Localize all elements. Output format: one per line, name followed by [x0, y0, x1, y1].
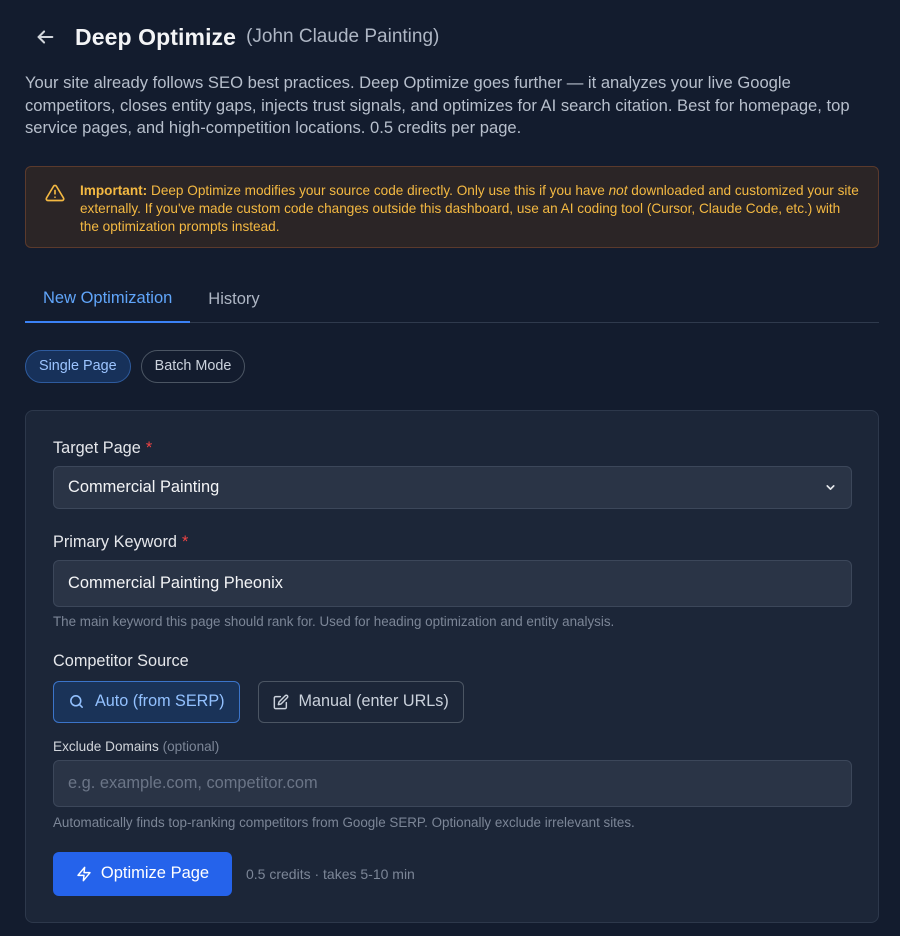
required-asterisk: * — [145, 438, 153, 457]
manual-urls-label: Manual (enter URLs) — [298, 692, 449, 710]
primary-keyword-label-text: Primary Keyword — [53, 532, 177, 551]
tab-history[interactable]: History — [190, 276, 277, 323]
chevron-down-icon — [826, 484, 835, 490]
primary-keyword-value: Commercial Painting Pheonix — [68, 573, 283, 592]
page-title: Deep Optimize — [75, 23, 237, 50]
back-button[interactable] — [28, 20, 62, 54]
tab-bar: New Optimization History — [25, 276, 879, 323]
auto-serp-button[interactable]: Auto (from SERP) — [53, 680, 240, 723]
tab-new-optimization[interactable]: New Optimization — [25, 276, 191, 323]
mode-toggle: Single Page Batch Mode — [25, 349, 879, 383]
exclude-domains-input[interactable]: e.g. example.com, competitor.com — [53, 759, 852, 807]
warning-banner: Important: Deep Optimize modifies your s… — [25, 165, 879, 248]
warning-text: Important: Deep Optimize modifies your s… — [80, 182, 860, 247]
target-page-value: Commercial Painting — [68, 477, 220, 496]
warning-text-part: Deep Optimize modifies your source code … — [147, 182, 609, 198]
arrow-left-icon — [37, 30, 54, 44]
lightning-icon — [77, 866, 91, 881]
required-asterisk: * — [181, 532, 189, 551]
manual-urls-button[interactable]: Manual (enter URLs) — [257, 680, 464, 723]
target-page-label: Target Page * — [53, 439, 851, 458]
single-page-mode-button[interactable]: Single Page — [25, 349, 131, 383]
search-icon — [70, 695, 83, 708]
target-page-select[interactable]: Commercial Painting — [53, 465, 852, 509]
exclude-domains-label: Exclude Domains (optional) — [53, 739, 851, 754]
edit-icon — [273, 694, 289, 709]
exclude-domains-help: Automatically finds top-ranking competit… — [53, 814, 635, 830]
competitor-source-options: Auto (from SERP) Manual (enter URLs) — [53, 680, 851, 723]
primary-keyword-input[interactable]: Commercial Painting Pheonix — [53, 559, 852, 607]
auto-serp-label: Auto (from SERP) — [95, 692, 225, 710]
primary-keyword-label: Primary Keyword * — [53, 533, 851, 552]
form-actions: Optimize Page 0.5 credits · takes 5-10 m… — [53, 851, 851, 896]
deep-optimize-page: Deep Optimize (John Claude Painting) You… — [0, 0, 900, 936]
optional-tag: (optional) — [162, 738, 220, 754]
competitor-source-label: Competitor Source — [53, 651, 189, 670]
exclude-domains-placeholder: e.g. example.com, competitor.com — [68, 773, 318, 792]
optimize-page-label: Optimize Page — [100, 864, 210, 882]
warning-triangle-icon — [45, 184, 65, 201]
target-page-label-text: Target Page — [53, 438, 141, 457]
warning-strong: Important: — [80, 182, 148, 198]
optimize-page-button[interactable]: Optimize Page — [53, 851, 232, 896]
site-name: (John Claude Painting) — [246, 26, 440, 47]
intro-description: Your site already follows SEO best pract… — [25, 73, 850, 137]
exclude-domains-label-text: Exclude Domains — [53, 738, 159, 754]
batch-mode-button[interactable]: Batch Mode — [140, 349, 246, 383]
warning-emphasis: not — [608, 182, 628, 198]
optimization-form-card: Target Page * Commercial Painting Primary… — [25, 409, 879, 923]
page-header: Deep Optimize (John Claude Painting) — [25, 0, 879, 72]
primary-keyword-help: The main keyword this page should rank f… — [53, 613, 615, 629]
credits-note: 0.5 credits · takes 5-10 min — [246, 865, 415, 882]
